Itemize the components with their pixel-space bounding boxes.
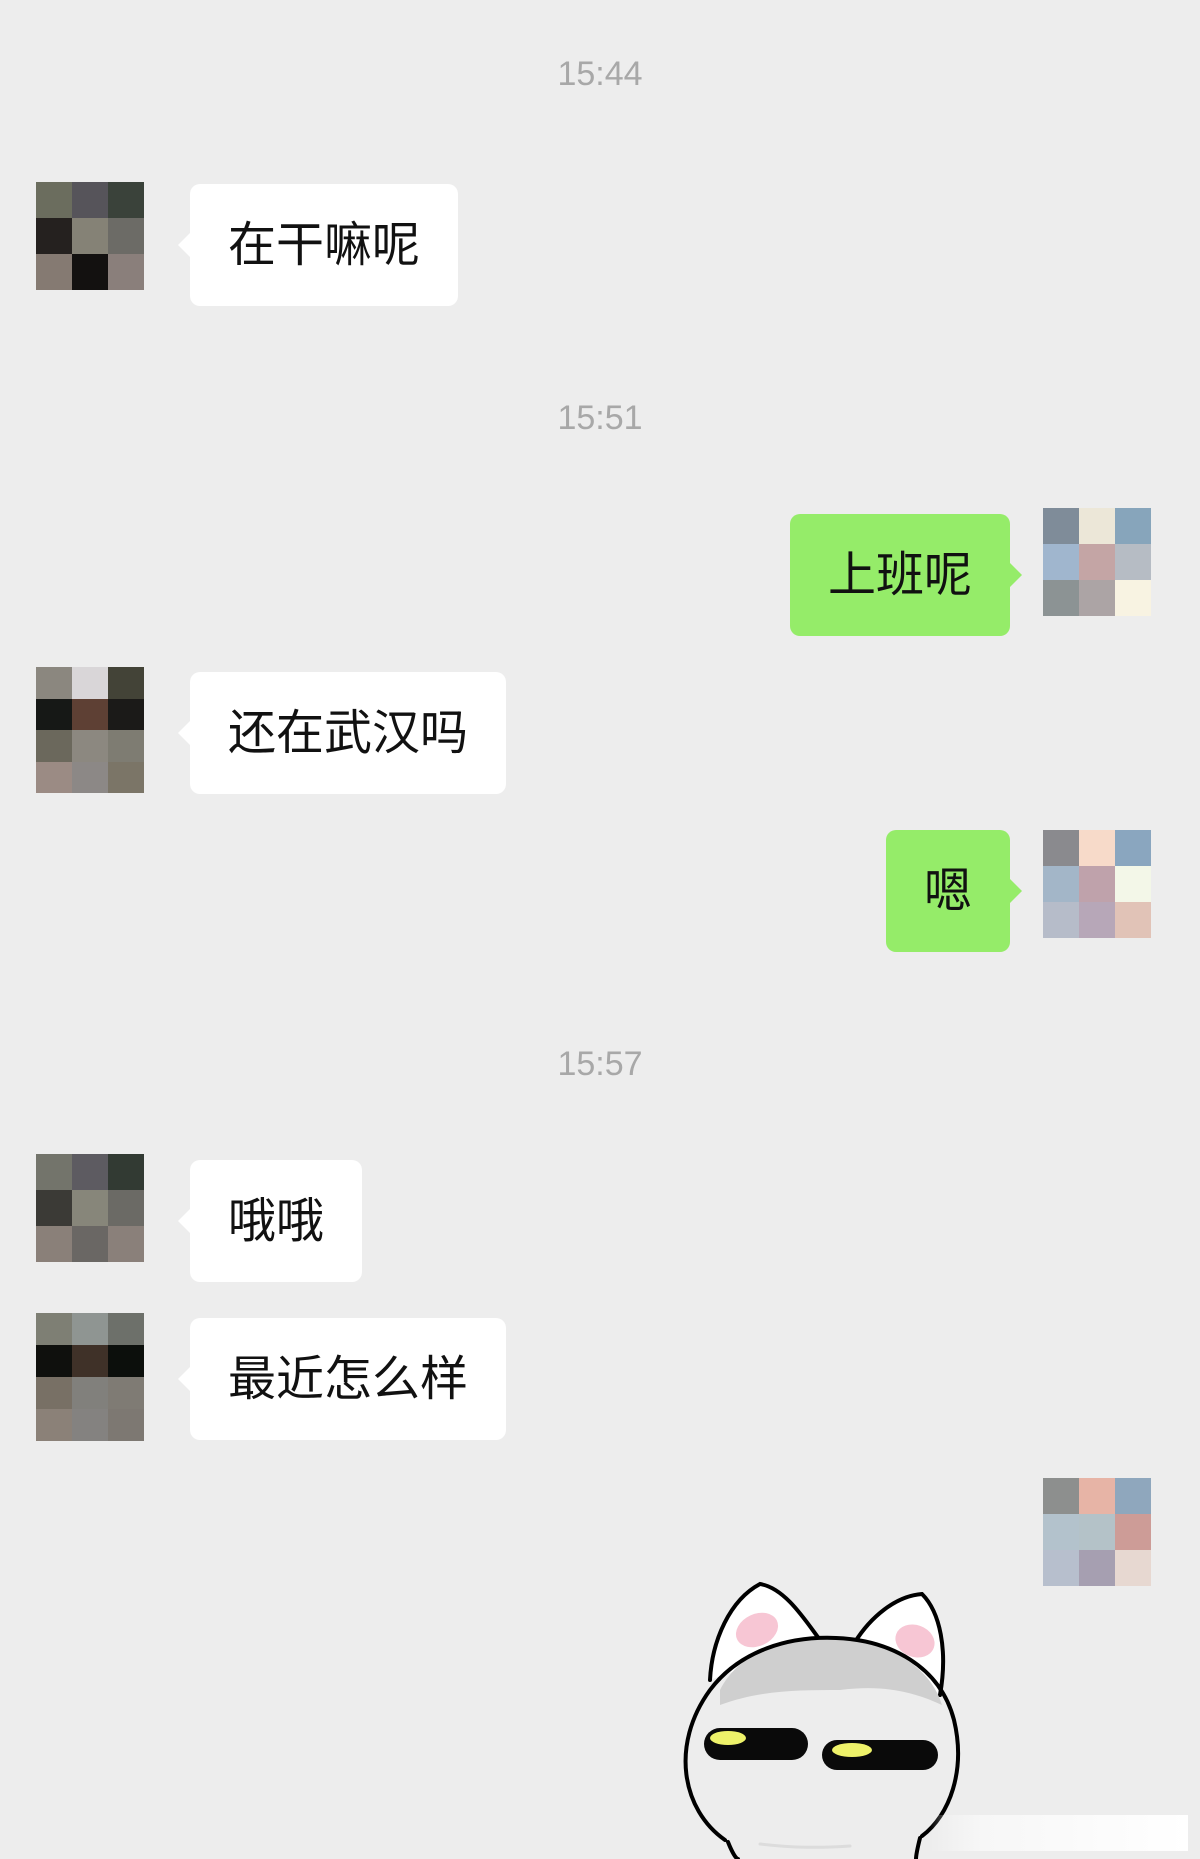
avatar-pixel (1079, 902, 1115, 938)
avatar-pixel (108, 1345, 144, 1377)
message-text: 上班呢 (827, 547, 972, 603)
avatar-pixel (72, 698, 108, 730)
avatar-pixel (36, 1154, 72, 1190)
avatar-pixel (1115, 580, 1151, 616)
avatar-pixel (108, 1377, 144, 1409)
avatar-pixel (1079, 1514, 1115, 1550)
avatar-pixel (1115, 866, 1151, 902)
timestamp: 15:57 (557, 1045, 643, 1083)
avatar-pixel (1079, 830, 1115, 866)
cat-right-eye (822, 1740, 938, 1770)
message-bubble-incoming[interactable]: 最近怎么样 (177, 1318, 507, 1440)
message-bubble-incoming[interactable]: 哦哦 (177, 1160, 363, 1282)
avatar-pixel (1043, 902, 1079, 938)
avatar-pixel (72, 667, 108, 699)
avatar-pixel (72, 761, 108, 793)
avatar-pixel (1043, 544, 1079, 580)
avatar-pixel (36, 667, 72, 699)
avatar-pixel (36, 761, 72, 793)
avatar-pixel (36, 1190, 72, 1226)
cat-body-right (914, 1836, 922, 1859)
avatar[interactable] (1043, 830, 1151, 938)
avatar-pixel (108, 254, 144, 290)
message-text: 最近怎么样 (228, 1351, 469, 1407)
cat-left-eye (704, 1728, 808, 1760)
avatar[interactable] (36, 1313, 144, 1441)
avatar-pixel (36, 218, 72, 254)
message-bubble-incoming[interactable]: 在干嘛呢 (177, 184, 459, 306)
message-text: 还在武汉吗 (228, 705, 469, 761)
avatar-pixel (72, 1154, 108, 1190)
smug-cat-sticker[interactable] (650, 1530, 990, 1859)
avatar-pixel (1115, 508, 1151, 544)
avatar-pixel (108, 182, 144, 218)
avatar-pixel (72, 1313, 108, 1345)
avatar-pixel (108, 667, 144, 699)
message-bubble-outgoing[interactable]: 上班呢 (789, 514, 1023, 636)
message-text: 嗯 (923, 863, 972, 919)
avatar-pixel (72, 254, 108, 290)
chat-area[interactable]: 15:44 在干嘛呢 15:51 上班呢 还在武汉吗 嗯 15:57 哦哦 最近… (0, 0, 1200, 1859)
avatar-pixel (36, 1377, 72, 1409)
avatar[interactable] (1043, 1478, 1151, 1586)
avatar-pixel (1115, 830, 1151, 866)
message-text: 哦哦 (228, 1193, 325, 1249)
avatar-pixel (1079, 866, 1115, 902)
avatar-pixel (72, 1190, 108, 1226)
avatar-pixel (72, 730, 108, 762)
avatar-pixel (108, 730, 144, 762)
avatar-pixel (1043, 866, 1079, 902)
avatar[interactable] (36, 667, 144, 793)
avatar-pixel (72, 1226, 108, 1262)
timestamp: 15:44 (557, 55, 643, 93)
avatar-pixel (108, 1409, 144, 1441)
avatar-pixel (108, 1154, 144, 1190)
avatar-pixel (36, 698, 72, 730)
avatar-pixel (72, 1409, 108, 1441)
avatar-pixel (1115, 1478, 1151, 1514)
avatar-pixel (1115, 1514, 1151, 1550)
avatar-pixel (1115, 902, 1151, 938)
watermark (930, 1815, 1188, 1851)
avatar-pixel (36, 254, 72, 290)
avatar-pixel (1043, 1514, 1079, 1550)
avatar-pixel (1079, 1550, 1115, 1586)
avatar-pixel (36, 730, 72, 762)
avatar-pixel (36, 1313, 72, 1345)
avatar-pixel (36, 1345, 72, 1377)
avatar-pixel (108, 218, 144, 254)
avatar-pixel (1079, 580, 1115, 616)
avatar[interactable] (36, 182, 144, 290)
avatar-pixel (108, 761, 144, 793)
avatar-pixel (108, 698, 144, 730)
avatar-pixel (72, 1345, 108, 1377)
avatar-pixel (1115, 544, 1151, 580)
avatar-pixel (108, 1190, 144, 1226)
avatar-pixel (36, 182, 72, 218)
avatar-pixel (1043, 830, 1079, 866)
avatar-pixel (108, 1313, 144, 1345)
message-bubble-outgoing[interactable]: 嗯 (885, 830, 1023, 952)
avatar-pixel (1043, 1550, 1079, 1586)
avatar-pixel (1043, 1478, 1079, 1514)
avatar-pixel (72, 218, 108, 254)
avatar[interactable] (36, 1154, 144, 1262)
avatar[interactable] (1043, 508, 1151, 616)
avatar-pixel (108, 1226, 144, 1262)
avatar-pixel (1043, 580, 1079, 616)
message-bubble-incoming[interactable]: 还在武汉吗 (177, 672, 507, 794)
avatar-pixel (1079, 508, 1115, 544)
message-text: 在干嘛呢 (228, 217, 421, 273)
avatar-pixel (72, 1377, 108, 1409)
avatar-pixel (72, 182, 108, 218)
avatar-pixel (1043, 508, 1079, 544)
timestamp: 15:51 (557, 399, 643, 437)
avatar-pixel (1079, 544, 1115, 580)
avatar-pixel (36, 1226, 72, 1262)
cat-mouth (758, 1842, 852, 1849)
avatar-pixel (1079, 1478, 1115, 1514)
avatar-pixel (1115, 1550, 1151, 1586)
cat-body-left (726, 1840, 740, 1859)
avatar-pixel (36, 1409, 72, 1441)
